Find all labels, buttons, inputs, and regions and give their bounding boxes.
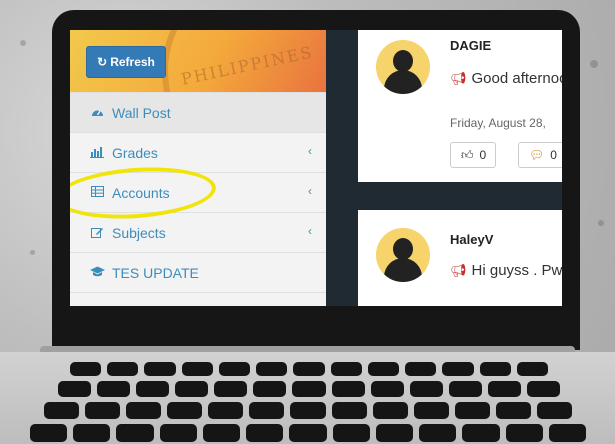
keyboard-key bbox=[536, 402, 572, 419]
content-gutter bbox=[326, 30, 356, 306]
keyboard-key bbox=[367, 362, 400, 376]
keyboard-key bbox=[73, 424, 111, 442]
sidebar-item-wall-post[interactable]: Wall Post bbox=[70, 92, 326, 133]
keyboard-key bbox=[202, 424, 241, 442]
keyboard-key bbox=[175, 381, 209, 397]
laptop-screen: PHILIPPINES ↻ Refresh Wall Post Grades ‹… bbox=[70, 30, 562, 306]
sidebar-item-label: Grades bbox=[112, 145, 158, 161]
keyboard-key bbox=[505, 424, 543, 442]
chevron-left-icon: ‹ bbox=[308, 184, 312, 198]
post-message: 📢︎Hi guyss . Pwede bbox=[450, 262, 562, 279]
keyboard-key bbox=[116, 424, 154, 442]
keyboard-key bbox=[85, 402, 121, 419]
chevron-left-icon: ‹ bbox=[308, 144, 312, 158]
refresh-button[interactable]: ↻ Refresh bbox=[86, 46, 166, 78]
keyboard-key bbox=[246, 424, 284, 442]
keyboard-key bbox=[293, 362, 325, 376]
bar-chart-icon bbox=[88, 146, 106, 161]
keyboard-key bbox=[208, 402, 244, 419]
sidebar-item-tes-update[interactable]: TES UPDATE bbox=[70, 252, 326, 293]
keyboard-key bbox=[409, 381, 443, 397]
post-username[interactable]: DAGIE bbox=[450, 38, 491, 53]
keyboard-key bbox=[495, 402, 531, 419]
like-button[interactable]: 👍︎ 0 bbox=[450, 142, 496, 168]
keyboard-key bbox=[107, 362, 139, 376]
graduation-cap-icon bbox=[88, 266, 106, 280]
keyboard-key bbox=[159, 424, 197, 442]
megaphone-icon: 📢︎ bbox=[450, 71, 467, 86]
keyboard-key bbox=[448, 381, 482, 397]
keyboard-key bbox=[413, 402, 449, 419]
megaphone-icon: 📢︎ bbox=[450, 263, 467, 278]
post-card: DAGIE 📢︎Good afternoon Friday, August 28… bbox=[358, 30, 562, 182]
keyboard-key bbox=[218, 362, 251, 376]
keyboard-key bbox=[405, 362, 437, 376]
keyboard-key bbox=[289, 424, 327, 442]
comment-count: 0 bbox=[550, 148, 557, 162]
keyboard-key bbox=[370, 381, 404, 397]
dashboard-icon bbox=[88, 106, 106, 121]
chevron-left-icon: ‹ bbox=[308, 224, 312, 238]
keyboard-key bbox=[58, 381, 92, 397]
sidebar-item-label: Wall Post bbox=[112, 105, 171, 121]
keyboard-key bbox=[332, 424, 370, 442]
keyboard-key bbox=[372, 402, 408, 419]
keyboard-key bbox=[256, 362, 288, 376]
refresh-label: Refresh bbox=[110, 55, 155, 69]
texture-speck bbox=[590, 60, 598, 68]
sidebar: PHILIPPINES ↻ Refresh Wall Post Grades ‹… bbox=[70, 30, 327, 306]
keyboard-key bbox=[454, 402, 490, 419]
keyboard-key bbox=[167, 402, 203, 419]
keyboard-key bbox=[214, 381, 248, 397]
edit-icon bbox=[88, 226, 106, 241]
keyboard-key bbox=[136, 381, 170, 397]
texture-speck bbox=[30, 250, 35, 255]
keyboard-key bbox=[249, 402, 285, 419]
post-message: 📢︎Good afternoon bbox=[450, 70, 562, 87]
keyboard-key bbox=[331, 402, 367, 419]
sidebar-divider bbox=[70, 292, 326, 306]
keyboard-key bbox=[487, 381, 521, 397]
post-date: Friday, August 28, bbox=[450, 116, 546, 130]
keyboard-key bbox=[479, 362, 511, 376]
user-avatar bbox=[376, 228, 430, 282]
user-avatar bbox=[376, 40, 430, 94]
keyboard-key bbox=[181, 362, 213, 376]
keyboard-key bbox=[419, 424, 457, 442]
keyboard-key bbox=[44, 402, 80, 419]
texture-speck bbox=[20, 40, 26, 46]
keyboard-key bbox=[330, 362, 362, 376]
keyboard-key bbox=[331, 381, 365, 397]
like-count: 0 bbox=[479, 148, 487, 162]
keyboard-key bbox=[375, 424, 414, 442]
keyboard-key bbox=[516, 362, 548, 376]
keyboard-key bbox=[253, 381, 287, 397]
refresh-icon: ↻ bbox=[97, 55, 108, 69]
keyboard-key bbox=[442, 362, 474, 376]
keyboard-key bbox=[144, 362, 176, 376]
keyboard-key bbox=[292, 381, 326, 397]
post-username[interactable]: HaleyV bbox=[450, 232, 493, 247]
thumbs-up-icon: 👍︎ bbox=[461, 147, 474, 162]
sidebar-header: PHILIPPINES ↻ Refresh bbox=[70, 30, 326, 92]
sidebar-item-label: TES UPDATE bbox=[112, 265, 199, 281]
keyboard-key bbox=[30, 424, 68, 442]
sidebar-item-label: Subjects bbox=[112, 225, 166, 241]
sidebar-item-grades[interactable]: Grades ‹ bbox=[70, 132, 326, 173]
post-card: HaleyV 📢︎Hi guyss . Pwede bbox=[358, 210, 562, 306]
keyboard-key bbox=[526, 381, 560, 397]
keyboard-key bbox=[548, 424, 586, 442]
keyboard-key bbox=[70, 362, 102, 376]
texture-speck bbox=[598, 220, 604, 226]
comment-button[interactable]: 💬︎ 0 bbox=[518, 142, 562, 168]
keyboard-key bbox=[462, 424, 500, 442]
keyboard-key bbox=[97, 381, 131, 397]
keyboard-key bbox=[290, 402, 326, 419]
comment-icon: 💬︎ bbox=[529, 148, 545, 162]
keyboard-key bbox=[126, 402, 162, 419]
